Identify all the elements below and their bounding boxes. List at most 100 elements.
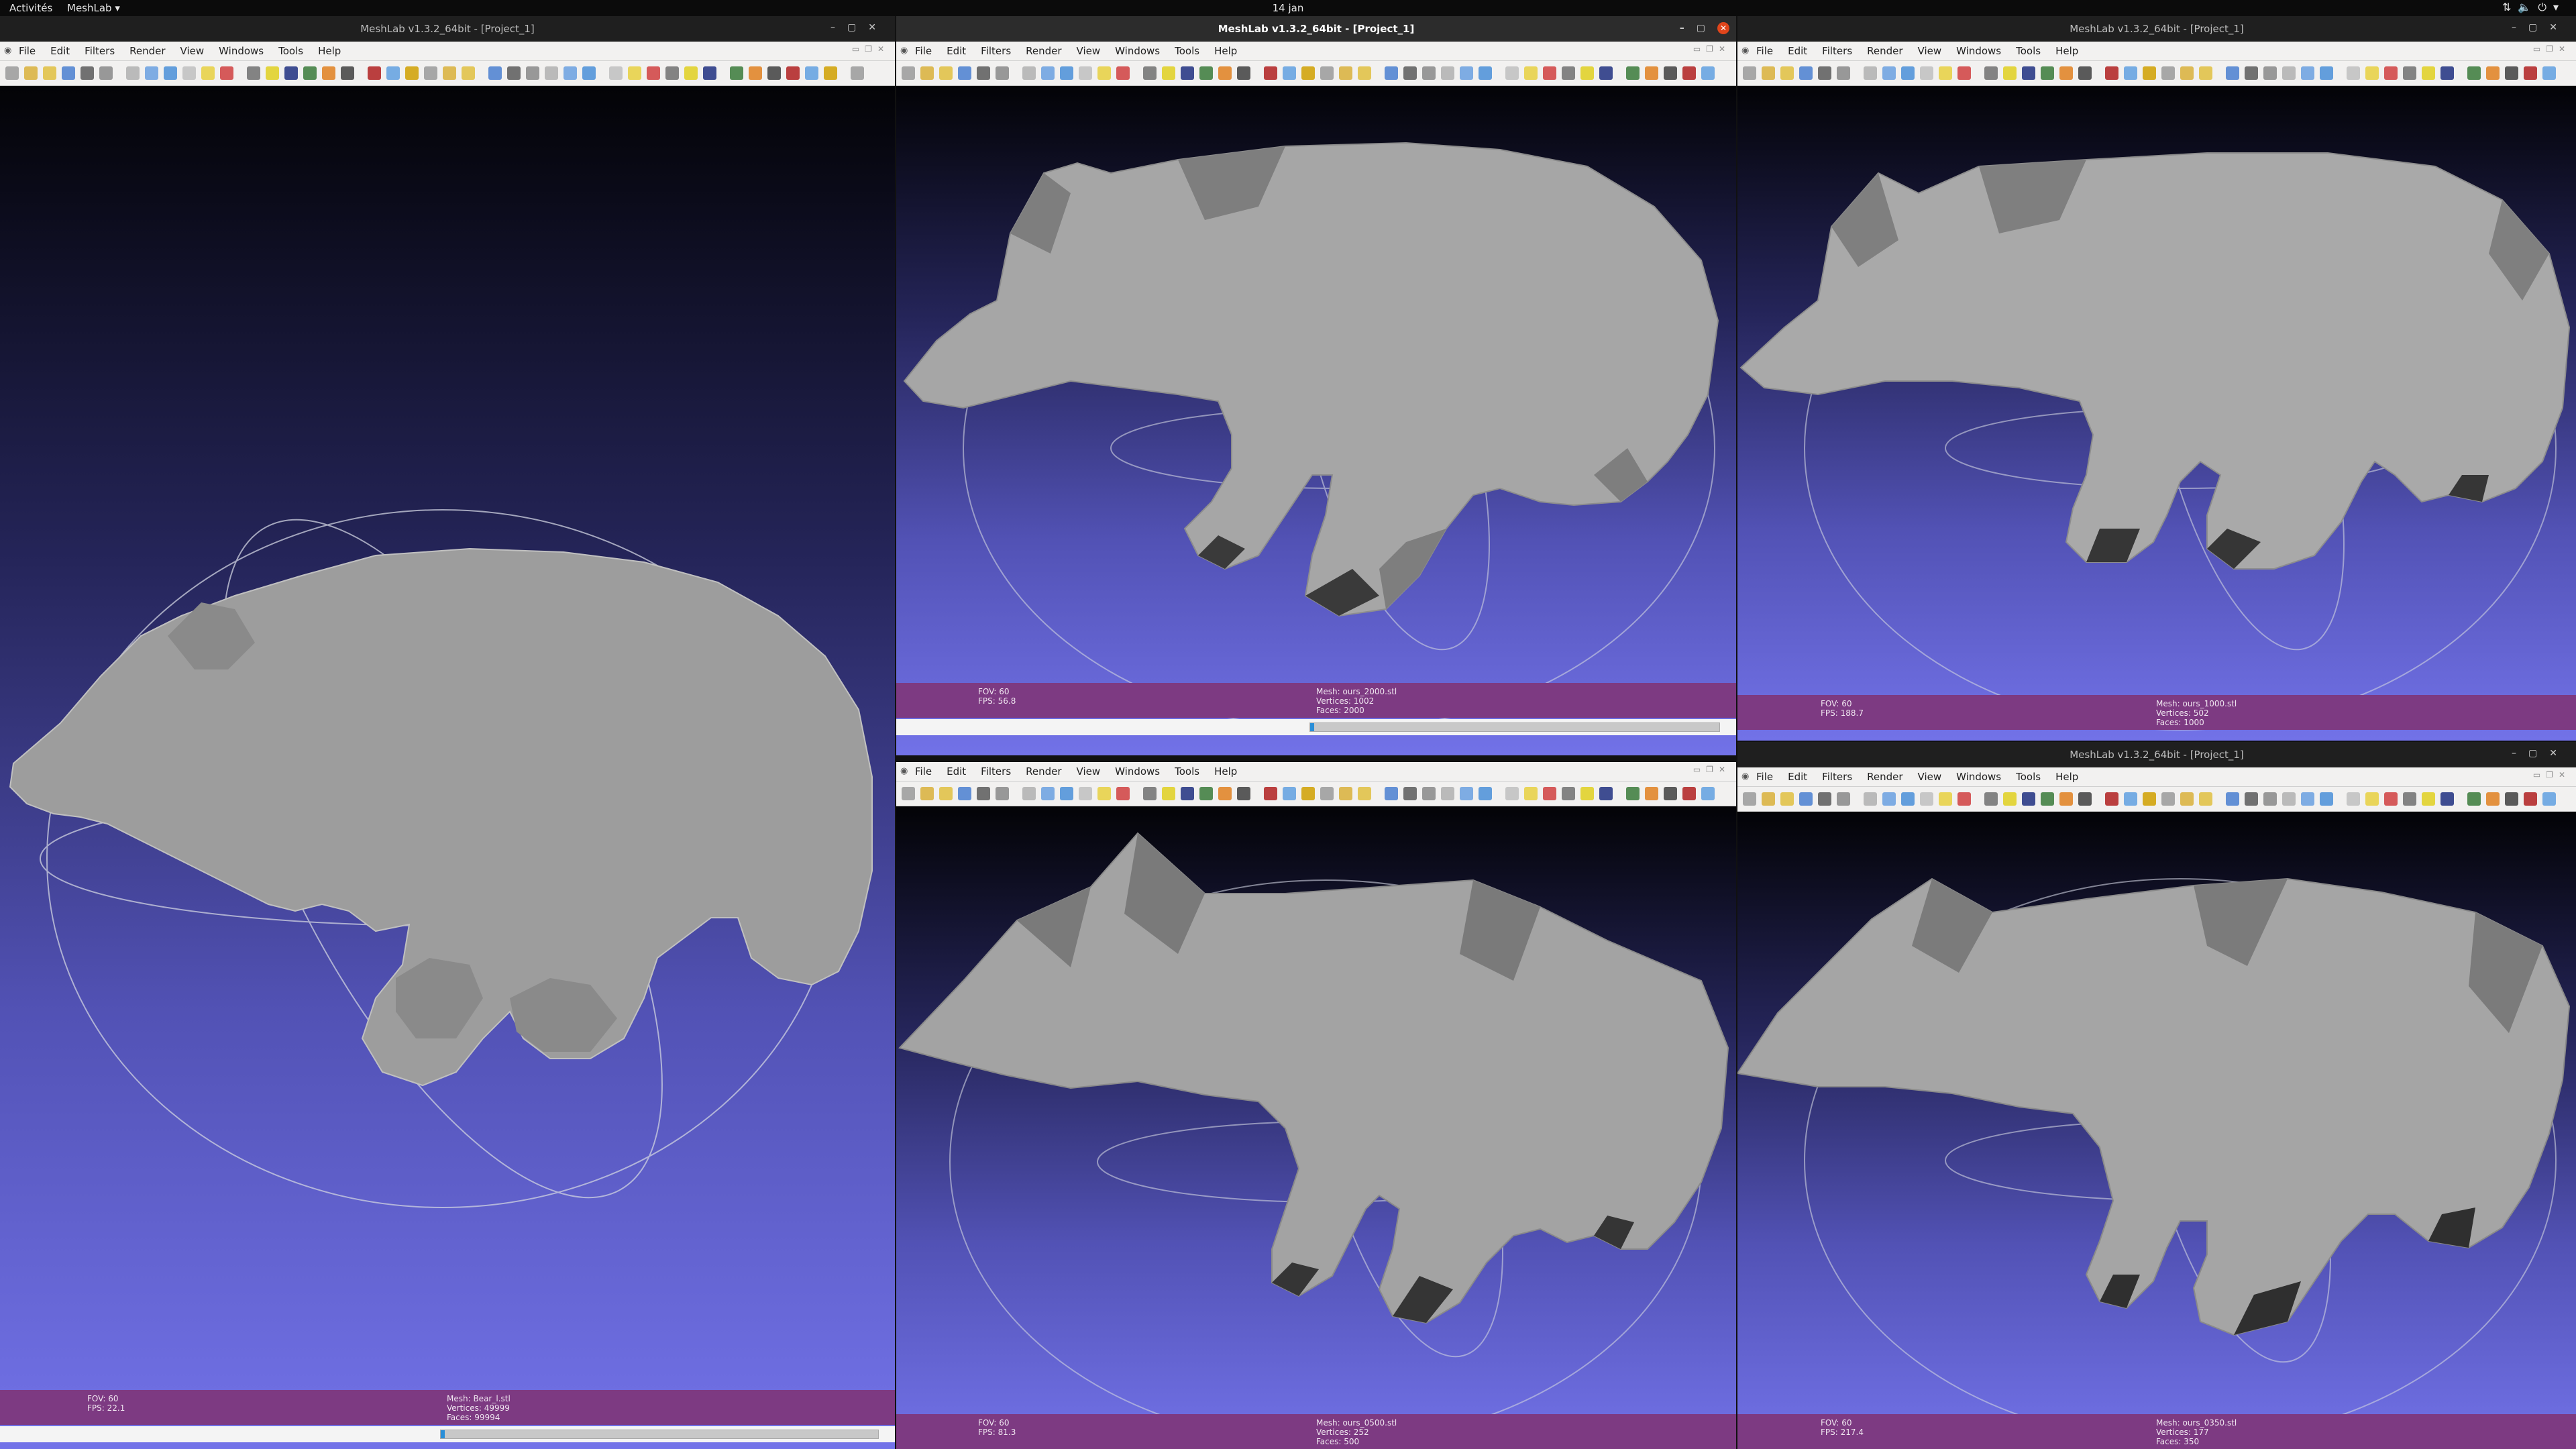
lighting-icon[interactable] (2022, 66, 2035, 80)
hidden-lines-icon[interactable] (1097, 66, 1111, 80)
measure-icon[interactable] (2105, 792, 2118, 806)
color-mode-icon[interactable] (851, 66, 864, 80)
mdi-close-icon[interactable]: ✕ (2559, 44, 2571, 54)
points-view-icon[interactable] (1060, 787, 1073, 800)
points-view-icon[interactable] (665, 66, 679, 80)
hidden-lines-icon[interactable] (1097, 787, 1111, 800)
open-file-icon[interactable] (1422, 66, 1436, 80)
hidden-lines-icon[interactable] (2440, 66, 2454, 80)
align-icon[interactable] (2124, 792, 2137, 806)
measure-icon[interactable] (368, 66, 381, 80)
save-icon[interactable] (1818, 66, 1831, 80)
snapshot-icon[interactable] (996, 787, 1009, 800)
minimize-icon[interactable]: – (2512, 748, 2528, 759)
double-side-icon[interactable] (1199, 787, 1213, 800)
select-icon[interactable] (2161, 792, 2175, 806)
render-viewport[interactable]: FOV: 60 FPS: 188.7 Mesh: ours_1000.stl V… (1737, 86, 2576, 741)
smooth-shading-icon[interactable] (749, 66, 762, 80)
lighting-icon[interactable] (1181, 787, 1194, 800)
points-view-icon[interactable] (1901, 792, 1915, 806)
mdi-minimize-icon[interactable]: ▭ (2533, 770, 2546, 780)
snapshot-icon[interactable] (1505, 66, 1519, 80)
open-file-icon[interactable] (920, 66, 934, 80)
mdi-close-icon[interactable]: ✕ (2559, 770, 2571, 780)
save-icon[interactable] (80, 66, 94, 80)
box-view-icon[interactable] (1882, 792, 1896, 806)
paint-icon[interactable] (1301, 66, 1315, 80)
menu-windows[interactable]: Windows (1956, 771, 2001, 783)
activities-button[interactable]: Activités (9, 2, 52, 14)
snapshot-icon[interactable] (1505, 787, 1519, 800)
align-icon[interactable] (1283, 66, 1296, 80)
menu-render[interactable]: Render (129, 45, 165, 57)
menu-tools[interactable]: Tools (2016, 45, 2041, 57)
menu-view[interactable]: View (1918, 45, 1942, 57)
double-side-icon[interactable] (303, 66, 317, 80)
texture-icon[interactable] (2505, 792, 2518, 806)
reload-icon[interactable] (958, 787, 971, 800)
maximize-icon[interactable]: ▢ (847, 22, 868, 33)
smooth-shading-icon[interactable] (1984, 792, 1998, 806)
network-icon[interactable]: ⇅ (2502, 1, 2518, 13)
new-file-icon[interactable] (2245, 66, 2258, 80)
lighting-icon[interactable] (786, 66, 800, 80)
save-icon[interactable] (977, 66, 990, 80)
menu-file[interactable]: File (1756, 771, 1773, 783)
fancy-light-icon[interactable] (1218, 66, 1232, 80)
align-icon[interactable] (2124, 66, 2137, 80)
box-view-icon[interactable] (1543, 787, 1556, 800)
points-view-icon[interactable] (1562, 66, 1575, 80)
lighting-icon[interactable] (1181, 66, 1194, 80)
menu-help[interactable]: Help (2055, 45, 2078, 57)
menu-tools[interactable]: Tools (1175, 765, 1199, 777)
export-icon[interactable] (1524, 66, 1538, 80)
fancy-light-icon[interactable] (2059, 66, 2073, 80)
maximize-icon[interactable]: ▢ (2528, 748, 2549, 759)
texture-icon[interactable] (1162, 66, 1175, 80)
meshlab-window-4[interactable]: ◉ File Edit Filters Render View Windows Tools H… (896, 762, 1736, 1449)
lighting-icon[interactable] (2022, 792, 2035, 806)
menu-arrow-icon[interactable]: ▾ (2553, 1, 2565, 13)
menu-edit[interactable]: Edit (50, 45, 70, 57)
snapshot-icon[interactable] (609, 66, 623, 80)
hidden-lines-icon[interactable] (1599, 66, 1613, 80)
new-file-icon[interactable] (902, 66, 915, 80)
title-bar[interactable]: MeshLab v1.3.2_64bit - [Project_1] –▢✕ (1737, 742, 2576, 767)
color-mode-icon[interactable] (1237, 66, 1250, 80)
snapshot-icon[interactable] (2347, 66, 2360, 80)
save-icon[interactable] (1818, 792, 1831, 806)
wire-view-icon[interactable] (1580, 787, 1594, 800)
color-mode-icon[interactable] (1237, 787, 1250, 800)
meshlab-window-1[interactable]: MeshLab v1.3.2_64bit - [Project_1] –▢✕ ◉… (0, 16, 895, 1449)
render-viewport[interactable]: FOV: 60 FPS: 81.3 Mesh: ours_0500.stl Ve… (896, 806, 1736, 1449)
texture-icon[interactable] (2003, 66, 2017, 80)
menu-view[interactable]: View (180, 45, 205, 57)
reload-icon[interactable] (958, 66, 971, 80)
menu-file[interactable]: File (1756, 45, 1773, 57)
select-vertex-icon[interactable] (1339, 66, 1352, 80)
smooth-shading-icon[interactable] (247, 66, 260, 80)
menu-filters[interactable]: Filters (85, 45, 115, 57)
smooth-shading-icon[interactable] (2486, 66, 2500, 80)
open-project-icon[interactable] (939, 787, 953, 800)
new-file-icon[interactable] (902, 787, 915, 800)
menu-view[interactable]: View (1918, 771, 1942, 783)
fancy-light-icon[interactable] (824, 66, 837, 80)
mdi-restore-icon[interactable]: ❐ (2546, 44, 2559, 54)
color-mode-icon[interactable] (2078, 792, 2092, 806)
wire-view-icon[interactable] (1920, 66, 1933, 80)
paint-icon[interactable] (2143, 792, 2156, 806)
open-project-icon[interactable] (1780, 792, 1794, 806)
menu-render[interactable]: Render (1867, 45, 1902, 57)
select-icon[interactable] (1320, 66, 1334, 80)
menu-edit[interactable]: Edit (1788, 771, 1807, 783)
menu-view[interactable]: View (1077, 765, 1101, 777)
menu-filters[interactable]: Filters (1822, 771, 1852, 783)
app-menu[interactable]: MeshLab ▾ (67, 2, 120, 14)
open-project-icon[interactable] (43, 66, 56, 80)
box-view-icon[interactable] (1882, 66, 1896, 80)
save-icon[interactable] (1479, 787, 1492, 800)
box-view-icon[interactable] (647, 66, 660, 80)
reload-icon[interactable] (1460, 787, 1473, 800)
snapshot-icon[interactable] (996, 66, 1009, 80)
